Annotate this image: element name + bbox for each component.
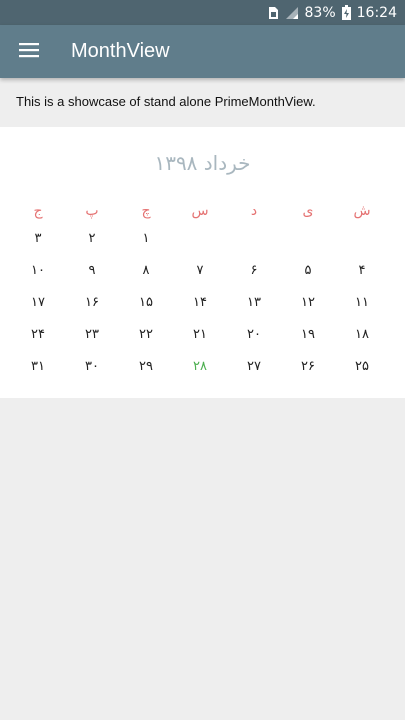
calendar-week-row: ۲۵ ۲۶ ۲۷ ۲۸ ۲۹ ۳۰ ۳۱ — [0, 350, 405, 382]
calendar-week-row: ۴ ۵ ۶ ۷ ۸ ۹ ۱۰ — [0, 254, 405, 286]
calendar-day[interactable]: ۲۹ — [119, 350, 173, 382]
calendar-day[interactable]: ۸ — [119, 254, 173, 286]
calendar-day[interactable]: ۶ — [227, 254, 281, 286]
calendar-day[interactable]: ۱۲ — [281, 286, 335, 318]
signal-icon — [285, 6, 299, 20]
calendar-day[interactable]: ۲۱ — [173, 318, 227, 350]
calendar-day-today[interactable]: ۲۸ — [173, 350, 227, 382]
calendar-day[interactable]: ۲۰ — [227, 318, 281, 350]
calendar-day[interactable]: ۱۶ — [65, 286, 119, 318]
calendar-day[interactable]: ۴ — [335, 254, 389, 286]
calendar-day[interactable]: ۲۶ — [281, 350, 335, 382]
sim-card-icon — [268, 6, 279, 20]
calendar-day[interactable]: ۱۰ — [11, 254, 65, 286]
battery-percent: 83% — [304, 4, 336, 21]
clock: 16:24 — [356, 4, 397, 21]
app-bar: MonthView — [0, 25, 405, 78]
menu-button[interactable] — [0, 25, 58, 78]
calendar-day[interactable]: ۱۷ — [11, 286, 65, 318]
hamburger-menu-icon — [19, 42, 39, 62]
description-text: This is a showcase of stand alone PrimeM… — [16, 94, 316, 109]
month-view-card: خرداد ۱۳۹۸ شیدسچپج ۱ ۲ ۳ ۴ ۵ ۶ ۷ ۸ ۹ ۱۰ ۱۱ ۱۲ ۱۳ ۱۴ ۱۵… — [0, 127, 405, 398]
calendar-day[interactable]: ۲۷ — [227, 350, 281, 382]
calendar-day[interactable]: ۱ — [119, 222, 173, 254]
calendar-day[interactable]: ۱۸ — [335, 318, 389, 350]
status-bar: 83% 16:24 — [0, 0, 405, 25]
calendar-week-row: ۱۱ ۱۲ ۱۳ ۱۴ ۱۵ ۱۶ ۱۷ — [0, 286, 405, 318]
calendar-day[interactable]: ۲۳ — [65, 318, 119, 350]
battery-charging-icon — [341, 5, 351, 20]
month-title: خرداد ۱۳۹۸ — [154, 151, 251, 175]
calendar-day[interactable]: ۲ — [65, 222, 119, 254]
calendar-day[interactable]: ۳۱ — [11, 350, 65, 382]
calendar-day[interactable]: ۹ — [65, 254, 119, 286]
calendar-day[interactable]: ۷ — [173, 254, 227, 286]
calendar-day[interactable]: ۳ — [11, 222, 65, 254]
calendar-day[interactable]: ۲۵ — [335, 350, 389, 382]
calendar-day[interactable]: ۲۴ — [11, 318, 65, 350]
calendar-day[interactable]: ۱۵ — [119, 286, 173, 318]
calendar-day[interactable]: ۵ — [281, 254, 335, 286]
calendar-week-row: ۱۸ ۱۹ ۲۰ ۲۱ ۲۲ ۲۳ ۲۴ — [0, 318, 405, 350]
calendar-day[interactable]: ۱۹ — [281, 318, 335, 350]
calendar-day[interactable]: ۱۱ — [335, 286, 389, 318]
calendar-week-row: ۱۲۳ — [0, 222, 405, 254]
calendar-day[interactable]: ۳۰ — [65, 350, 119, 382]
app-title: MonthView — [71, 40, 170, 62]
calendar-day[interactable]: ۲۲ — [119, 318, 173, 350]
calendar-day[interactable]: ۱۳ — [227, 286, 281, 318]
calendar-day[interactable]: ۱۴ — [173, 286, 227, 318]
